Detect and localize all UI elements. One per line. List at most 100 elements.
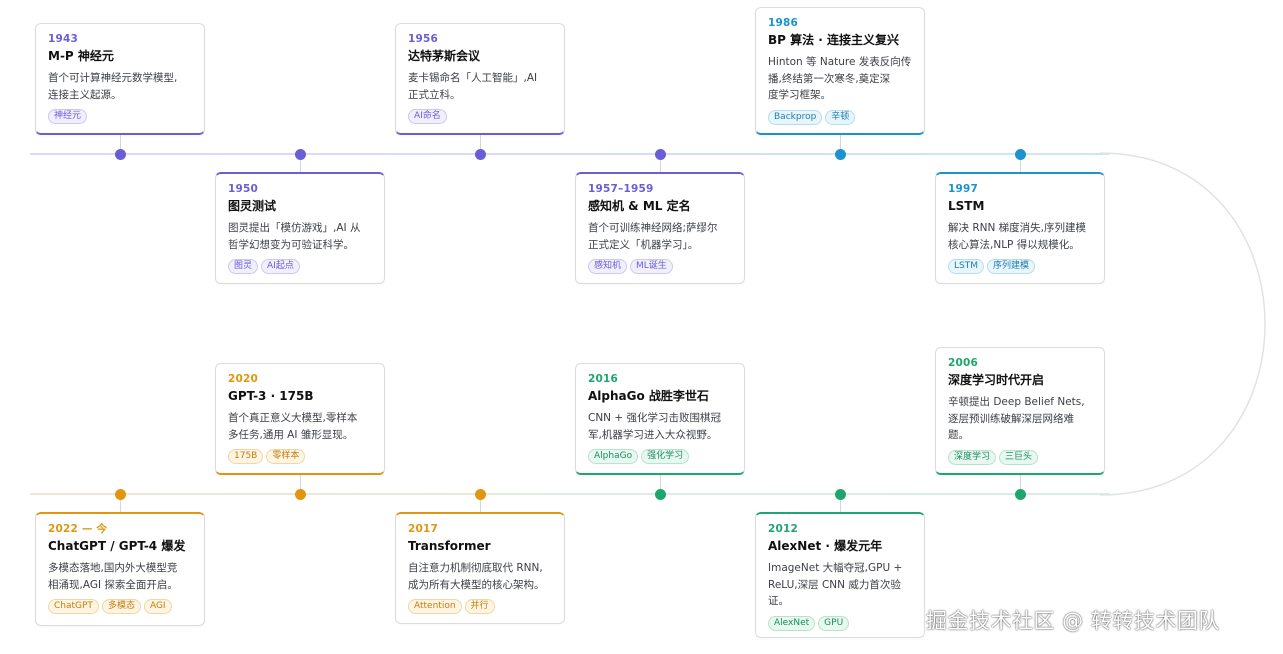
event-year: 1997 — [948, 183, 979, 195]
timeline-dot — [474, 488, 486, 500]
event-description: 解决 RNN 梯度消失,序列建模 核心算法,NLP 得以规模化。 — [948, 220, 1092, 253]
event-description: 多模态落地,国内外大模型竞 相涌现,AGI 探索全面开启。 — [48, 560, 192, 593]
event-title: ChatGPT / GPT-4 爆发 — [48, 539, 186, 553]
event-description-line: 多任务,通用 AI 雏形显现。 — [228, 428, 354, 441]
timeline-dot — [114, 488, 126, 500]
event-title: Transformer — [408, 539, 491, 553]
timeline-dot — [1014, 488, 1026, 500]
event-tag: 深度学习 — [948, 449, 997, 465]
event-title: M-P 神经元 — [48, 49, 114, 63]
event-tag: Backprop — [768, 109, 823, 125]
timeline-dot — [294, 148, 306, 160]
event-tag: AlphaGo — [588, 449, 639, 464]
event-year: 2006 — [948, 357, 979, 369]
event-tag: 强化学习 — [641, 449, 690, 464]
event-description-line: Hinton 等 Nature 发表反向传 — [768, 56, 912, 68]
event-description: 图灵提出「模仿游戏」,AI 从哲学幻想变为可验证科学。 — [228, 220, 372, 253]
event-description-line: 题。 — [948, 429, 969, 441]
event-description: ImageNet 大幅夺冠,GPU + ReLU,深层 CNN 威力首次验 证。 — [768, 560, 912, 610]
event-tag: AI命名 — [408, 109, 447, 124]
event-card-1986: 1986 BP 算法 · 连接主义复兴 Hinton 等 Nature 发表反向传播… — [755, 7, 925, 135]
event-description: 首个真正意义大模型,零样本 多任务,通用 AI 雏形显现。 — [228, 410, 372, 443]
event-description-line: CNN + 强化学习击败围棋冠 — [588, 412, 722, 424]
event-description: CNN + 强化学习击败围棋冠 军,机器学习进入大众视野。 — [588, 410, 732, 443]
event-description-line: 辛顿提出 Deep Belief Nets, — [948, 396, 1085, 408]
event-tag: 并行 — [464, 599, 495, 614]
event-year: 1957–1959 — [588, 183, 654, 195]
event-description-line: 军,机器学习进入大众视野。 — [588, 428, 718, 441]
event-description-line: ReLU,深层 CNN 威力首次验 — [768, 578, 901, 591]
event-tags: AlphaGo 强化学习 — [588, 449, 732, 464]
event-tag: 序列建模 — [987, 259, 1036, 274]
event-tags: Backprop 辛顿 — [768, 109, 912, 125]
event-card-1956: 1956 达特茅斯会议 麦卡锡命名「人工智能」,AI 正式立科。 AI命名 — [395, 23, 565, 135]
event-tag: Attention — [408, 599, 462, 614]
event-description-line: 正式定义「机器学习」。 — [588, 238, 699, 251]
event-tags: Attention 并行 — [408, 599, 552, 614]
event-tag: GPU — [818, 615, 850, 631]
event-description-line: 连接主义起源。 — [48, 88, 122, 101]
event-description-line: 逐层预训练破解深层网络难 — [948, 412, 1074, 425]
event-year: 2017 — [408, 523, 439, 535]
timeline-dot — [474, 148, 486, 160]
event-title: AlphaGo 战胜李世石 — [588, 389, 709, 403]
event-description-line: 正式立科。 — [408, 88, 461, 101]
event-title: 深度学习时代开启 — [948, 373, 1045, 387]
event-description-line: ImageNet 大幅夺冠,GPU + — [768, 562, 903, 574]
event-description-line: 图灵提出「模仿游戏」,AI 从 — [228, 222, 361, 234]
event-title: BP 算法 · 连接主义复兴 — [768, 33, 900, 47]
event-description-line: 哲学幻想变为可验证科学。 — [228, 238, 354, 251]
event-description-line: 成为所有大模型的核心架构。 — [408, 578, 545, 591]
event-description-line: 核心算法,NLP 得以规模化。 — [948, 238, 1080, 251]
event-card-2020: 2020 GPT-3 · 175B 首个真正意义大模型,零样本 多任务,通用 AI 雏… — [215, 363, 385, 475]
event-year: 1986 — [768, 17, 799, 29]
event-tags: 175B 零样本 — [228, 449, 372, 464]
event-title: AlexNet · 爆发元年 — [768, 539, 883, 553]
event-tag: 图灵 — [228, 259, 259, 274]
event-year: 2020 — [228, 373, 259, 385]
event-description: 辛顿提出 Deep Belief Nets, 逐层预训练破解深层网络难 题。 — [948, 394, 1092, 444]
event-tag: 神经元 — [48, 109, 88, 124]
event-card-1950: 1950 图灵测试图灵提出「模仿游戏」,AI 从哲学幻想变为可验证科学。图灵 AI起… — [215, 172, 385, 284]
event-description-line: 解决 RNN 梯度消失,序列建模 — [948, 222, 1087, 234]
event-title: 图灵测试 — [228, 199, 277, 213]
event-tag: ChatGPT — [48, 599, 99, 614]
event-tag: AlexNet — [768, 615, 816, 631]
event-tags: 感知机 ML诞生 — [588, 259, 732, 274]
timeline-dot — [654, 148, 666, 160]
timeline-dot — [834, 488, 846, 500]
event-tags: 图灵 AI起点 — [228, 259, 372, 274]
event-tag: 零样本 — [266, 449, 306, 464]
timeline-dot — [654, 488, 666, 500]
event-tag: 多模态 — [101, 599, 141, 614]
event-tag: AGI — [143, 599, 172, 614]
timeline-track-bottom — [30, 493, 1110, 495]
event-card-2016: 2016 AlphaGo 战胜李世石 CNN + 强化学习击败围棋冠 军,机器学习进入… — [575, 363, 745, 475]
watermark: 掘金技术社区 @ 转转技术团队 — [926, 609, 1220, 633]
event-tag: 175B — [228, 449, 264, 464]
timeline-dot — [294, 488, 306, 500]
event-card-2006: 2006 深度学习时代开启辛顿提出 Deep Belief Nets, 逐层预训练破… — [935, 347, 1105, 475]
event-tags: 深度学习 三巨头 — [948, 449, 1092, 465]
event-tag: 感知机 — [588, 259, 628, 274]
event-year: 2016 — [588, 373, 619, 385]
event-description-line: 度学习框架。 — [768, 89, 831, 101]
event-tag: 三巨头 — [999, 449, 1039, 465]
event-tags: AlexNet GPU — [768, 615, 912, 631]
event-title: LSTM — [948, 199, 985, 213]
timeline-dot — [114, 148, 126, 160]
event-description: 首个可计算神经元数学模型, 连接主义起源。 — [48, 70, 192, 103]
event-description-line: 证。 — [768, 595, 789, 607]
event-card-2017: 2017 Transformer 自注意力机制彻底取代 RNN, 成为所有大模型的核心… — [395, 512, 565, 624]
event-description-line: 首个真正意义大模型,零样本 — [228, 412, 358, 424]
timeline-dot — [1014, 148, 1026, 160]
event-tag: 辛顿 — [825, 109, 856, 125]
event-year: 1950 — [228, 183, 259, 195]
event-tags: AI命名 — [408, 109, 552, 124]
event-title: 达特茅斯会议 — [408, 49, 481, 63]
event-card-1943: 1943 M-P 神经元 首个可计算神经元数学模型, 连接主义起源。 神经元 — [35, 23, 205, 135]
event-description-line: 相涌现,AGI 探索全面开启。 — [48, 578, 178, 591]
timeline-track-curve — [1100, 152, 1266, 496]
event-tags: LSTM 序列建模 — [948, 259, 1092, 274]
event-title: 感知机 & ML 定名 — [588, 199, 691, 213]
